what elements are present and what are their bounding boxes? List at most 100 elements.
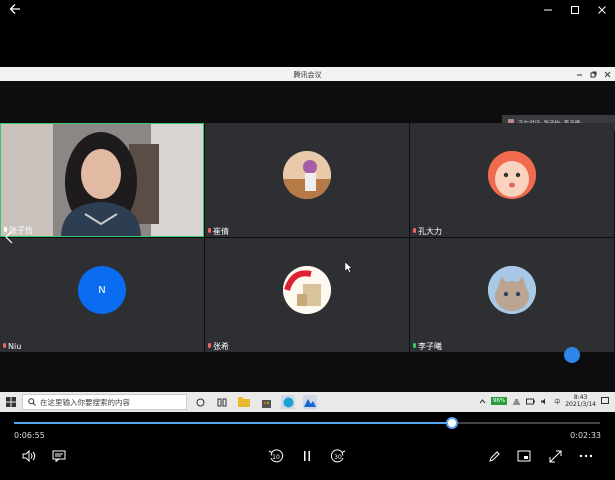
input-method-indicator[interactable]: 中 <box>554 397 560 406</box>
search-icon <box>28 398 36 406</box>
taskbar-apps <box>193 395 317 409</box>
participant-name-label: Niu <box>2 342 21 351</box>
captions-button[interactable] <box>51 448 67 464</box>
avatar-photo <box>488 266 536 314</box>
minimize-icon <box>543 9 552 11</box>
clock-date: 2021/3/14 <box>565 401 596 408</box>
participant-name: 张希 <box>213 342 229 351</box>
meeting-window-controls <box>575 69 611 79</box>
store-button[interactable] <box>259 395 273 409</box>
meeting-window: 腾讯会议 正在讲话: 张子怡; 李子曦; 张子怡 <box>0 67 615 392</box>
maximize-button[interactable] <box>561 0 588 20</box>
seek-bar[interactable] <box>14 417 600 429</box>
participant-tile[interactable]: 李子曦 <box>410 238 614 352</box>
avatar-photo <box>283 266 331 314</box>
mouse-cursor-icon <box>345 262 353 273</box>
cortana-button[interactable] <box>193 395 207 409</box>
player-title-bar <box>0 0 615 20</box>
close-icon <box>604 71 610 77</box>
windows-taskbar: 在这里输入你要搜索的内容 96% 中 8:43 2021/3/14 <box>0 392 615 412</box>
more-icon <box>579 454 593 458</box>
fullscreen-button[interactable] <box>547 448 563 464</box>
participant-avatar <box>283 151 331 199</box>
edit-button[interactable] <box>486 448 502 464</box>
volume-icon[interactable] <box>540 398 549 405</box>
meeting-close-button[interactable] <box>603 69 611 79</box>
folder-icon <box>238 397 250 407</box>
participant-tile[interactable]: 孔大力 <box>410 123 614 237</box>
close-icon <box>597 6 606 14</box>
meeting-minimize-button[interactable] <box>575 69 583 79</box>
close-button[interactable] <box>588 0 615 20</box>
taskbar-search-input[interactable]: 在这里输入你要搜索的内容 <box>22 394 187 410</box>
system-tray: 96% 中 8:43 2021/3/14 <box>479 394 609 408</box>
participant-name-label: 张希 <box>207 342 229 351</box>
skip-forward-button[interactable]: 30 <box>330 448 346 464</box>
seek-bar-thumb[interactable] <box>445 417 458 429</box>
remaining-time: 0:02:33 <box>570 431 601 440</box>
chevron-up-icon[interactable] <box>479 398 486 405</box>
skip-back-button[interactable]: 10 <box>268 448 284 464</box>
captions-icon <box>52 450 66 462</box>
participant-tile[interactable]: N Niu <box>0 238 204 352</box>
participant-initial-avatar: N <box>78 266 126 314</box>
more-options-button[interactable] <box>578 448 594 464</box>
participant-avatar <box>488 151 536 199</box>
pause-icon <box>304 451 310 461</box>
participant-grid: 张子怡 崔倩 孔大力 N Niu 张希 李子曦 <box>0 123 615 353</box>
video-feed <box>1 124 203 236</box>
battery-icon[interactable] <box>526 398 536 405</box>
participant-name: 孔大力 <box>418 227 442 236</box>
participant-tile[interactable]: 张希 <box>205 238 409 352</box>
tencent-meeting-button[interactable] <box>303 395 317 409</box>
participant-avatar <box>488 266 536 314</box>
participant-tile[interactable]: 张子怡 <box>0 123 204 237</box>
fullscreen-icon <box>549 450 561 462</box>
taskbar-clock[interactable]: 8:43 2021/3/14 <box>565 394 596 408</box>
participant-name-label: 崔倩 <box>207 227 229 236</box>
battery-indicator[interactable]: 96% <box>490 397 508 405</box>
edge-button[interactable] <box>281 395 295 409</box>
window-controls <box>534 0 615 20</box>
participant-name: Niu <box>8 342 22 351</box>
meeting-title-bar: 腾讯会议 <box>0 67 615 81</box>
task-view-icon <box>217 398 227 406</box>
avatar-initial: N <box>98 284 106 296</box>
mic-muted-icon <box>208 228 211 233</box>
pencil-icon <box>488 450 500 462</box>
elapsed-time: 0:06:55 <box>14 431 45 440</box>
chevron-left-icon[interactable] <box>4 230 14 244</box>
store-icon <box>261 399 271 408</box>
mic-muted-icon <box>3 343 6 348</box>
meeting-title: 腾讯会议 <box>293 71 322 79</box>
mic-muted-icon <box>413 228 416 233</box>
meeting-restore-button[interactable] <box>589 69 597 79</box>
volume-button[interactable] <box>21 448 37 464</box>
mic-icon <box>413 343 416 348</box>
task-view-button[interactable] <box>215 395 229 409</box>
maximize-icon <box>570 6 579 14</box>
participant-tile[interactable]: 崔倩 <box>205 123 409 237</box>
mini-view-button[interactable] <box>516 448 532 464</box>
skip-forward-label: 30 <box>334 454 342 461</box>
edge-icon <box>283 397 293 407</box>
participant-name-label: 李子曦 <box>412 342 442 351</box>
avatar-photo <box>488 151 536 199</box>
pause-button[interactable] <box>299 448 315 464</box>
minimize-icon <box>576 74 582 75</box>
search-placeholder: 在这里输入你要搜索的内容 <box>40 397 130 407</box>
notification-icon[interactable] <box>601 397 609 405</box>
mic-muted-icon <box>208 343 211 348</box>
floating-assist-button[interactable] <box>564 347 580 363</box>
back-arrow-icon[interactable] <box>8 2 22 16</box>
cortana-icon <box>196 398 204 406</box>
network-icon[interactable] <box>512 398 521 405</box>
windows-start-icon[interactable] <box>6 397 16 407</box>
participant-name: 崔倩 <box>213 227 229 236</box>
tencent-meeting-icon <box>304 399 316 407</box>
participant-name-label: 孔大力 <box>412 227 442 236</box>
participant-name: 李子曦 <box>418 342 442 351</box>
avatar-photo <box>283 151 331 199</box>
minimize-button[interactable] <box>534 0 561 20</box>
file-explorer-button[interactable] <box>237 395 251 409</box>
